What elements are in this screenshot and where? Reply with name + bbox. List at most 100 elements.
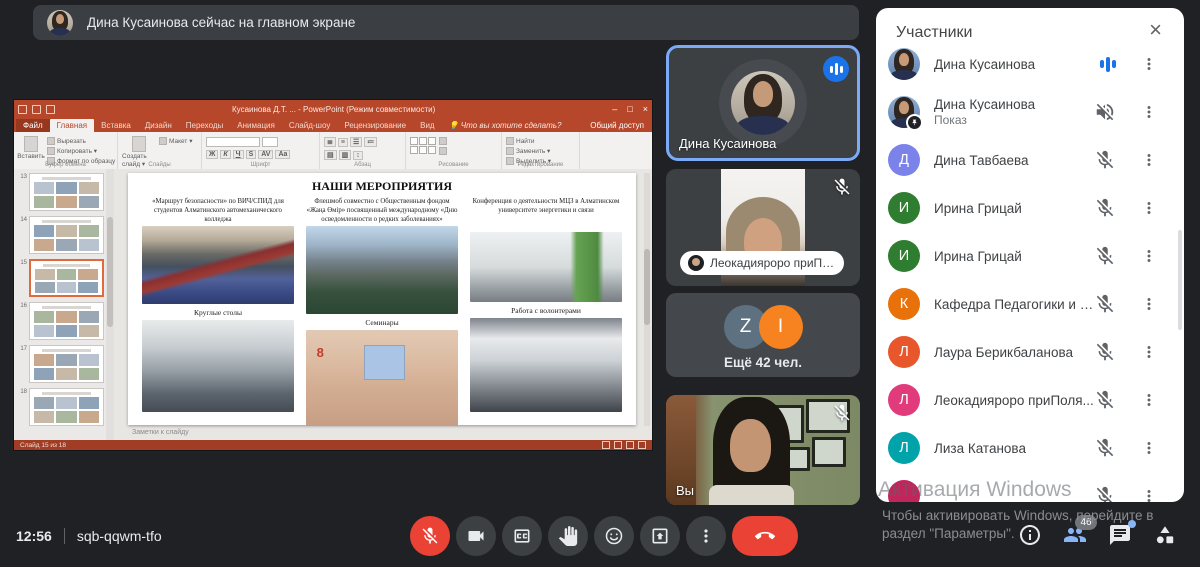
raise-hand-button[interactable] (548, 516, 588, 556)
participant-menu-button[interactable] (1140, 103, 1158, 121)
tile-participant-video[interactable]: Леокадияроро приПол... (666, 169, 860, 286)
ppt-tab-Главная[interactable]: Главная (50, 119, 94, 132)
ppt-layout-button[interactable]: Макет ▾ (159, 137, 192, 145)
ppt-thumbnail-scrollbar[interactable] (106, 169, 114, 440)
slide-thumbnail[interactable]: 16 (18, 302, 104, 340)
captions-button[interactable] (502, 516, 542, 556)
present-button[interactable] (640, 516, 680, 556)
mic-button[interactable] (410, 516, 450, 556)
mic-off-icon (1094, 485, 1116, 502)
participant-name-block: Леокадияроро приПоля... (934, 393, 1094, 408)
close-icon[interactable]: × (1143, 18, 1168, 42)
slide-thumbnail[interactable]: 15 (18, 259, 104, 297)
leave-call-button[interactable] (732, 516, 798, 556)
presenter-avatar (47, 10, 73, 36)
slide-thumbnail[interactable]: 13 (18, 173, 104, 211)
participant-menu-button[interactable] (1140, 295, 1158, 313)
participant-row[interactable]: ИИрина Грицай (876, 184, 1184, 232)
ppt-tab-Файл[interactable]: Файл (16, 119, 50, 132)
participant-count-badge: 46 (1075, 515, 1097, 530)
slide-photo (142, 226, 294, 304)
ppt-tab-Анимация[interactable]: Анимация (230, 119, 282, 132)
mic-off-icon (832, 177, 852, 197)
participant-avatar: Л (888, 432, 920, 464)
thumbnail-card[interactable] (29, 302, 104, 340)
participant-menu-button[interactable] (1140, 55, 1158, 73)
ppt-tell-me[interactable]: 💡 Что вы хотите сделать? (442, 119, 569, 132)
activities-button[interactable] (1151, 522, 1179, 550)
ppt-quick-access-toolbar[interactable] (18, 105, 55, 114)
participant-name-block: Лаура Берикбаланова (934, 345, 1094, 360)
ppt-close-button[interactable]: × (643, 104, 648, 114)
participant-name-block: Кафедра Педагогики и п... (934, 297, 1094, 312)
participant-row[interactable]: Дина Кусаинова (876, 40, 1184, 88)
thumbnail-card[interactable] (29, 388, 104, 426)
camera-button[interactable] (456, 516, 496, 556)
participant-menu-button[interactable] (1140, 391, 1158, 409)
reactions-button[interactable] (594, 516, 634, 556)
ppt-find-button[interactable]: Найти (506, 137, 551, 145)
slide-thumbnail[interactable]: 18 (18, 388, 104, 426)
slide-column: Конференция о деятельности МЦЗ в Алматин… (470, 198, 622, 426)
participant-row[interactable]: Дина КусаиноваПоказ (876, 88, 1184, 136)
slide-thumbnail[interactable]: 17 (18, 345, 104, 383)
overflow-avatars: ZI (666, 305, 860, 349)
people-button[interactable]: 46 (1061, 522, 1089, 550)
present-icon (650, 526, 670, 546)
participant-menu-button[interactable] (1140, 199, 1158, 217)
ppt-restore-button[interactable]: □ (627, 104, 632, 114)
ppt-tab-Слайд-шоу[interactable]: Слайд-шоу (282, 119, 337, 132)
ppt-share-button[interactable]: Общий доступ (582, 119, 652, 132)
ppt-tab-Вставка[interactable]: Вставка (94, 119, 138, 132)
ppt-replace-button[interactable]: Заменить ▾ (506, 147, 551, 155)
participant-avatar: Д (888, 144, 920, 176)
participant-name: Ирина Грицай (934, 249, 1094, 264)
smiley-icon (604, 526, 624, 546)
participant-row[interactable]: ИИрина Грицай (876, 232, 1184, 280)
info-button[interactable] (1016, 522, 1044, 550)
ppt-tab-Переходы[interactable]: Переходы (179, 119, 231, 132)
slide-photo (470, 318, 622, 412)
ppt-slide-canvas: НАШИ МЕРОПРИЯТИЯ «Маршрут безопасности» … (128, 173, 636, 425)
participant-row[interactable]: ККафедра Педагогики и п... (876, 280, 1184, 328)
more-options-button[interactable] (686, 516, 726, 556)
chat-notification-dot (1128, 520, 1136, 528)
speaking-indicator-icon (823, 56, 849, 82)
ppt-view-buttons[interactable] (602, 441, 646, 449)
participant-name-block: Ирина Грицай (934, 249, 1094, 264)
thumbnail-card[interactable] (29, 173, 104, 211)
participant-row[interactable] (876, 472, 1184, 502)
hand-icon (558, 526, 578, 546)
participant-menu-button[interactable] (1140, 151, 1158, 169)
ppt-tab-Дизайн[interactable]: Дизайн (138, 119, 179, 132)
participant-row[interactable]: ДДина Тавбаева (876, 136, 1184, 184)
ppt-notes-hint[interactable]: Заметки к слайду (132, 429, 189, 436)
thumbnail-card[interactable] (29, 345, 104, 383)
thumbnail-card[interactable] (29, 216, 104, 254)
ppt-paste-button[interactable]: Вставить (18, 134, 44, 160)
thumbnail-card[interactable] (29, 259, 104, 297)
slide-photo (306, 330, 458, 426)
participant-menu-button[interactable] (1140, 343, 1158, 361)
ppt-ribbon-group: ЖКЧSAVAaШрифт (202, 132, 320, 169)
participant-menu-button[interactable] (1140, 487, 1158, 502)
ppt-tab-Рецензирование[interactable]: Рецензирование (337, 119, 413, 132)
ppt-minimize-button[interactable]: – (612, 104, 617, 114)
call-end-icon (755, 526, 775, 546)
participants-scrollbar[interactable] (1178, 230, 1182, 330)
participant-menu-button[interactable] (1140, 439, 1158, 457)
ppt-cut-button[interactable]: Вырезать (47, 137, 115, 145)
chat-button[interactable] (1106, 522, 1134, 550)
ppt-slide-scrollbar[interactable] (644, 173, 650, 426)
participant-row[interactable]: ЛЛаура Берикбаланова (876, 328, 1184, 376)
participant-row[interactable]: ЛЛеокадияроро приПоля... (876, 376, 1184, 424)
tile-self-view[interactable]: Вы (666, 395, 860, 505)
participant-row[interactable]: ЛЛиза Катанова (876, 424, 1184, 472)
ppt-copy-button[interactable]: Копировать ▾ (47, 147, 115, 155)
participant-name: Дина Кусаинова (934, 57, 1100, 72)
slide-thumbnail[interactable]: 14 (18, 216, 104, 254)
ppt-tab-Вид[interactable]: Вид (413, 119, 441, 132)
tile-active-speaker[interactable]: Дина Кусаинова (666, 45, 860, 161)
participant-menu-button[interactable] (1140, 247, 1158, 265)
tile-more-participants[interactable]: ZI Ещё 42 чел. (666, 293, 860, 377)
